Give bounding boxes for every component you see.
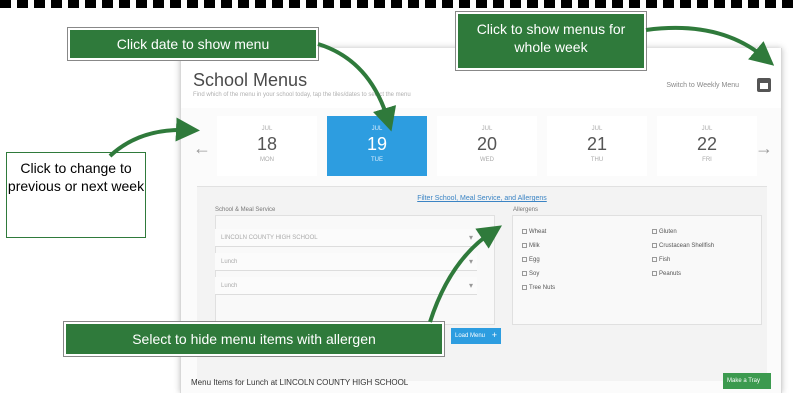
callout-arrows xyxy=(108,26,775,323)
